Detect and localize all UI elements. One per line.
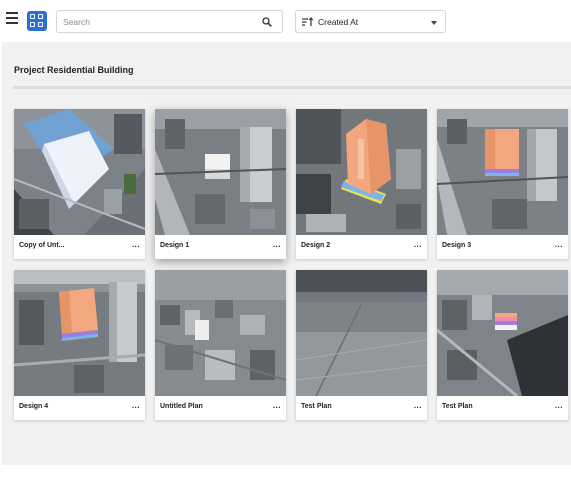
plan-name: Design 2 [301,242,331,249]
page-title: Project Residential Building [14,65,134,75]
more-options-button[interactable]: ... [414,401,422,410]
more-options-button[interactable]: ... [132,240,140,249]
search-input[interactable] [63,13,253,31]
plan-thumbnail [296,270,427,396]
chevron-down-icon [431,21,437,25]
grid-view-icon [30,14,35,19]
search-box [56,10,283,33]
plan-thumbnail [437,109,568,235]
plan-thumbnail [437,270,568,396]
plan-name: Test Plan [301,403,332,410]
content-area: Project Residential Building Copy of Unt… [2,42,571,465]
plan-thumbnail [14,270,145,396]
top-toolbar: Created At [0,0,571,42]
plan-card-design-3[interactable]: Design 3 ... [437,109,568,259]
plan-name: Design 4 [19,403,49,410]
plan-thumbnail [14,109,145,235]
plan-card-untitled-plan[interactable]: Untitled Plan ... [155,270,286,420]
plan-card-design-1[interactable]: Design 1 ... [155,109,286,259]
plan-thumbnail [296,109,427,235]
plan-thumbnail [155,270,286,396]
plan-card-test-plan-2[interactable]: Test Plan ... [437,270,568,420]
more-options-button[interactable]: ... [132,401,140,410]
more-options-button[interactable]: ... [555,240,563,249]
more-options-button[interactable]: ... [273,240,281,249]
plan-thumbnail [155,109,286,235]
plan-name: Design 3 [442,242,472,249]
more-options-button[interactable]: ... [414,240,422,249]
divider [13,86,571,89]
sort-icon [302,17,313,26]
menu-icon[interactable] [6,12,20,26]
plan-name: Untitled Plan [160,403,203,410]
plan-name: Design 1 [160,242,190,249]
plan-name: Test Plan [442,403,473,410]
plan-card-test-plan-1[interactable]: Test Plan ... [296,270,427,420]
sort-label: Created At [318,17,359,27]
more-options-button[interactable]: ... [555,401,563,410]
plan-name: Copy of Unt... [19,242,65,249]
plan-card-design-4[interactable]: Design 4 ... [14,270,145,420]
plan-card-design-2[interactable]: Design 2 ... [296,109,427,259]
sort-dropdown[interactable]: Created At [295,10,446,33]
grid-view-button[interactable] [27,11,47,31]
plan-card-copy-of-untitled[interactable]: Copy of Unt... ... [14,109,145,259]
search-icon[interactable] [262,17,272,27]
more-options-button[interactable]: ... [273,401,281,410]
